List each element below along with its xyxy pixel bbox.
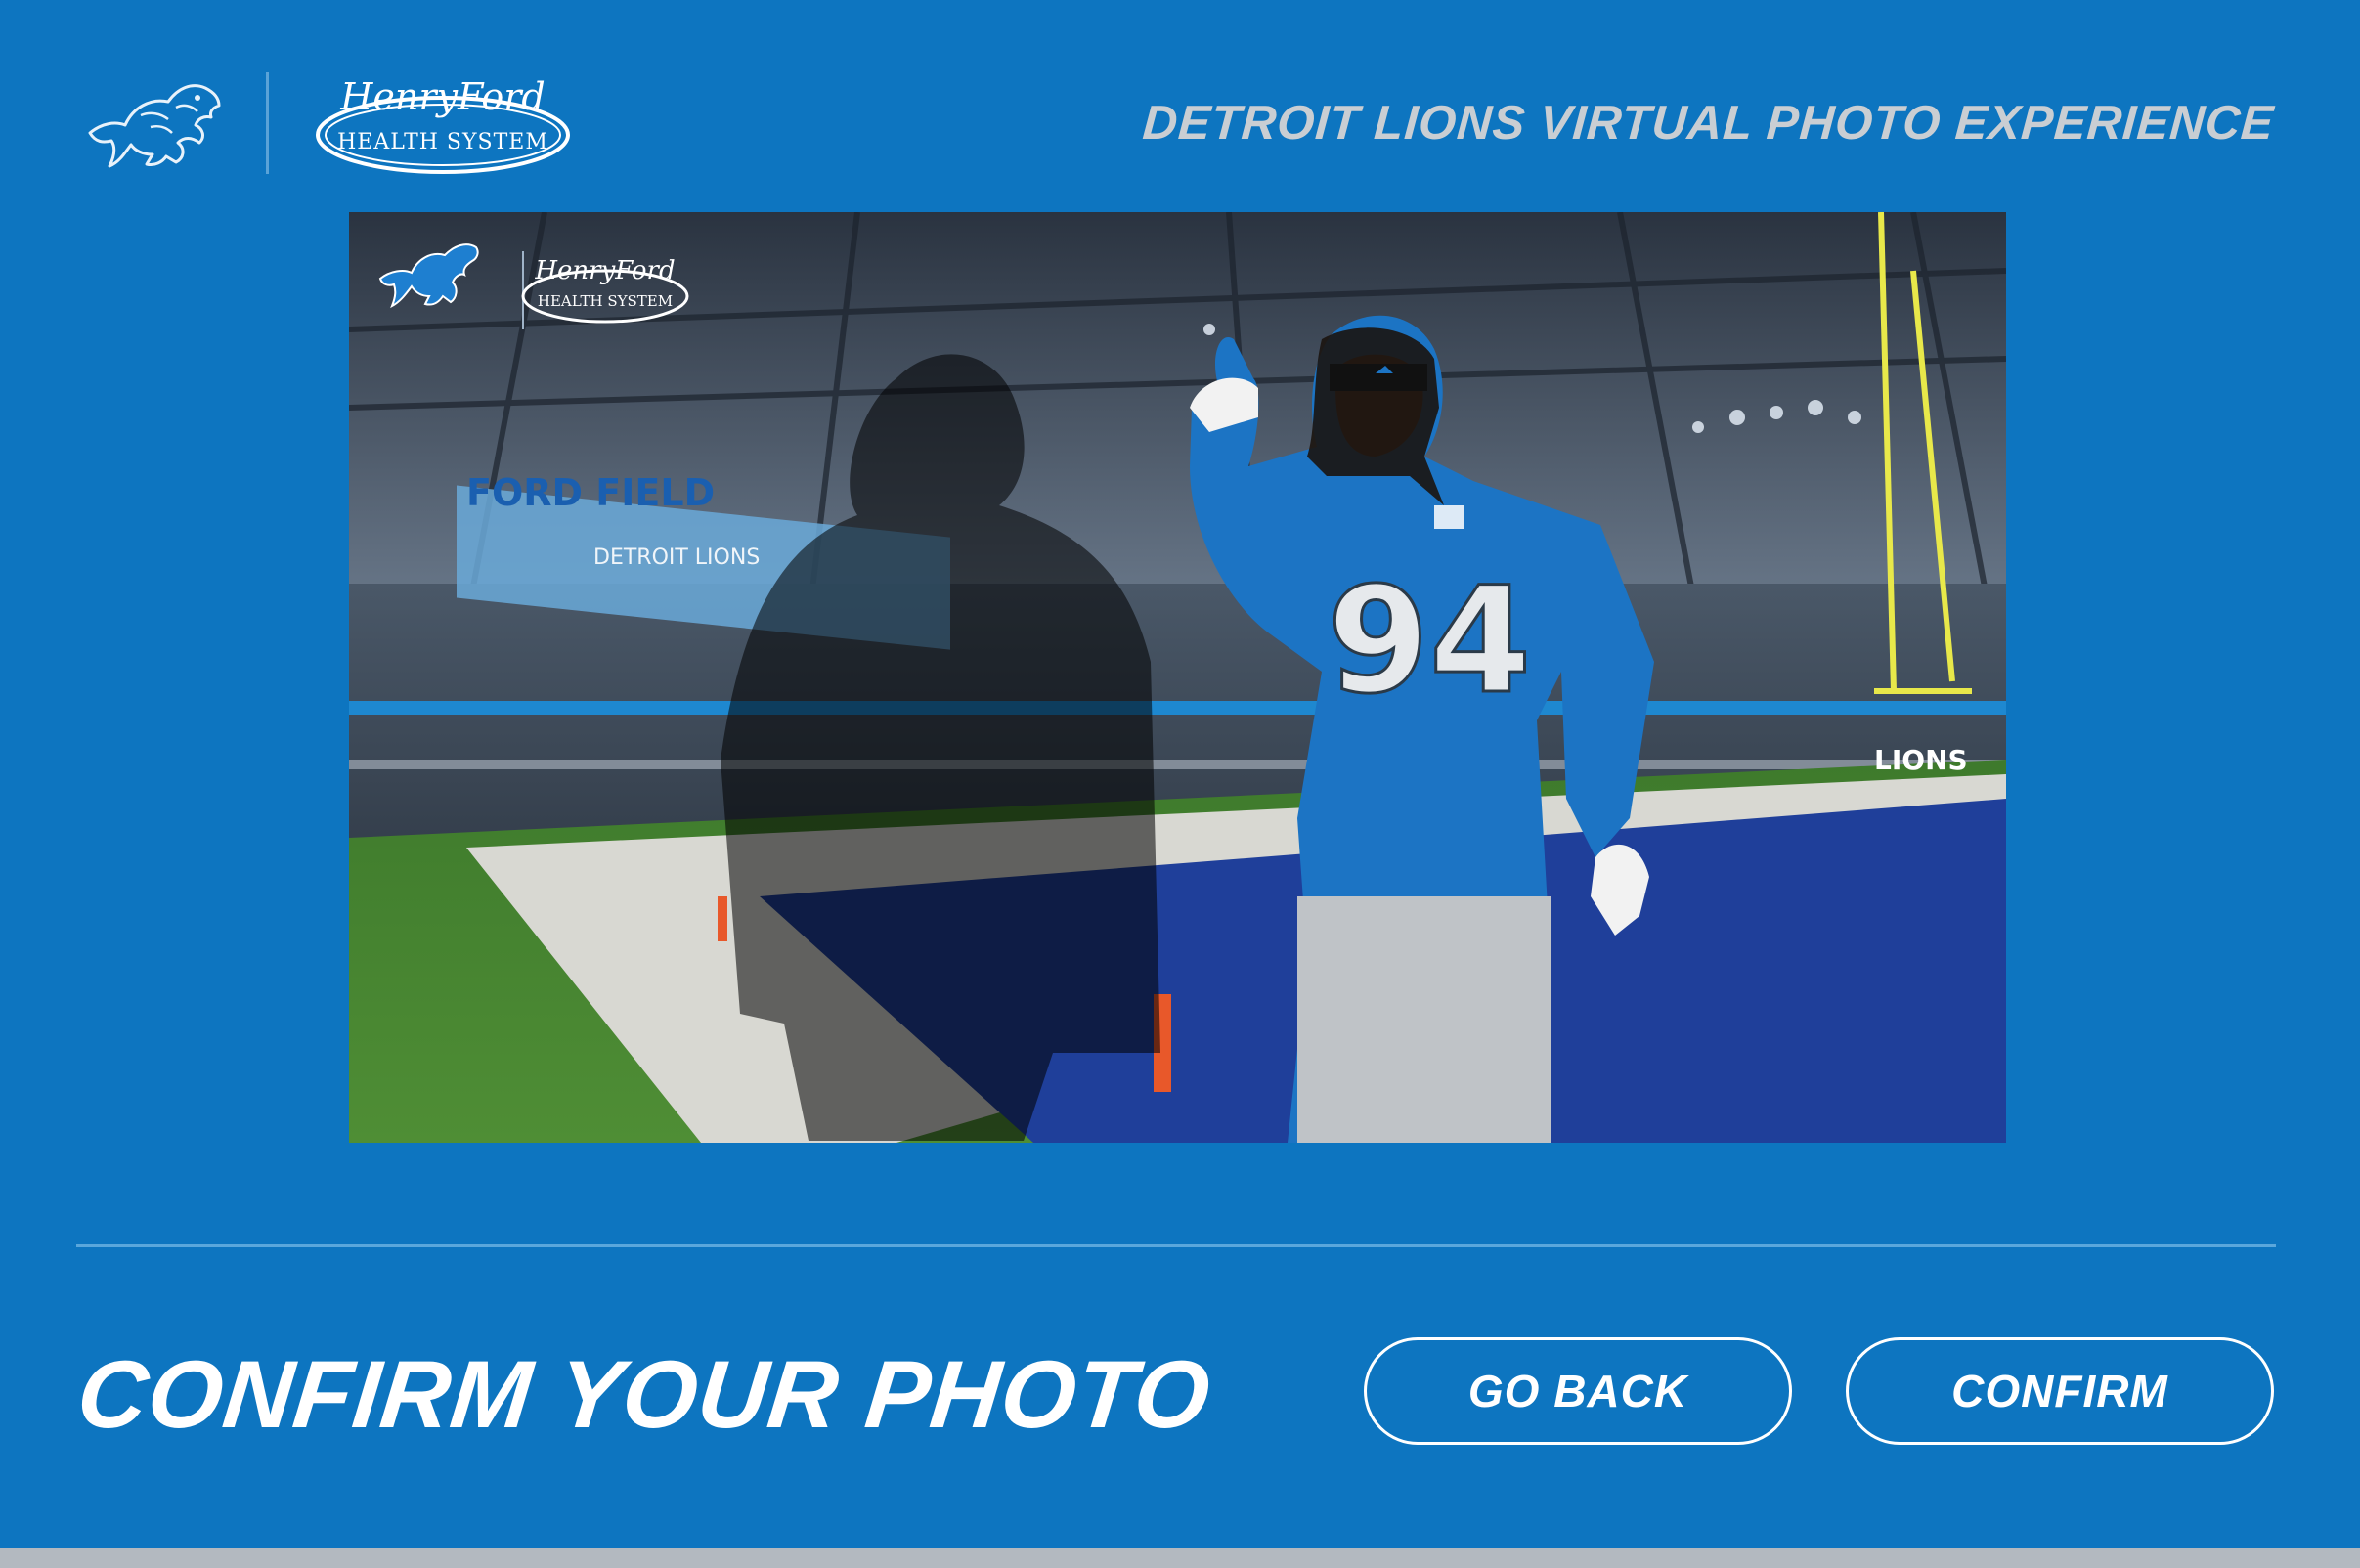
svg-text:HEALTH SYSTEM: HEALTH SYSTEM: [337, 130, 548, 154]
confirm-button[interactable]: CONFIRM: [1846, 1337, 2274, 1445]
photo-preview: FORD FIELD DETROIT LIONS LIONS 94 HenryF…: [349, 212, 2006, 1143]
page-title: CONFIRM YOUR PHOTO: [72, 1340, 1216, 1448]
board-text: DETROIT LIONS: [593, 545, 760, 570]
banner-text: FORD FIELD: [466, 471, 715, 514]
section-divider: [76, 1244, 2276, 1247]
henry-ford-logo-icon: HenryFord HEALTH SYSTEM: [316, 75, 570, 174]
svg-text:HenryFord: HenryFord: [339, 75, 545, 118]
logo-divider: [266, 72, 269, 174]
overlay-sponsor-line1: HenryFord: [534, 256, 675, 285]
jersey-number: 94: [1328, 556, 1532, 726]
endzone-text: LIONS: [1874, 744, 1968, 776]
photo-confirm-screen: HenryFord HEALTH SYSTEM DETROIT LIONS VI…: [0, 0, 2360, 1548]
bottom-bar: [0, 1548, 2360, 1568]
go-back-button[interactable]: GO BACK: [1364, 1337, 1792, 1445]
header-title: DETROIT LIONS VIRTUAL PHOTO EXPERIENCE: [1141, 97, 2276, 150]
header-logos: HenryFord HEALTH SYSTEM: [82, 65, 574, 182]
overlay-sponsor-line2: HEALTH SYSTEM: [538, 292, 673, 310]
lion-logo-icon: [88, 84, 221, 168]
